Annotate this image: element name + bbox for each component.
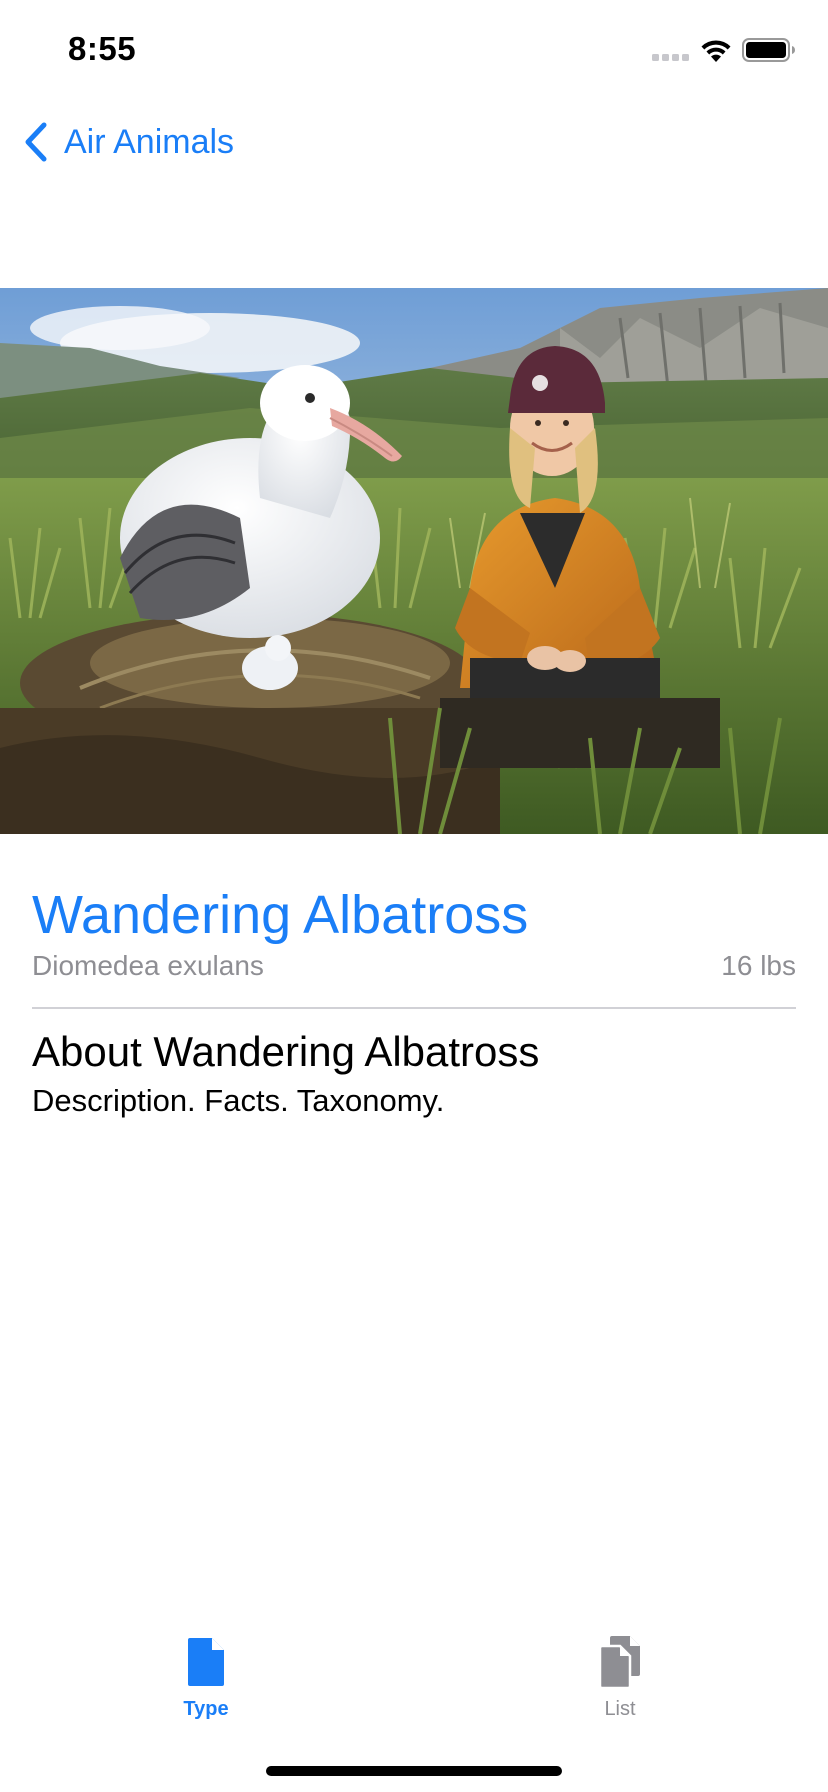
screen: 8:55 Air Animals Wandering Albatross Dio… <box>0 0 828 1792</box>
about-subtitle: Description. Facts. Taxonomy. <box>32 1083 445 1118</box>
battery-icon <box>742 38 795 62</box>
scientific-name: Diomedea exulans <box>32 950 264 981</box>
albatross-photo <box>0 288 828 834</box>
about-title: About Wandering Albatross <box>32 1028 540 1075</box>
tab-list[interactable]: List <box>550 1634 690 1734</box>
cellular-signal-icon <box>652 54 689 61</box>
chevron-left-icon <box>25 122 47 162</box>
doc-fill-icon <box>188 1638 224 1686</box>
animal-name: Wandering Albatross <box>32 885 529 945</box>
back-button[interactable]: Air Animals <box>22 118 234 166</box>
back-button-label: Air Animals <box>64 122 235 161</box>
wifi-icon <box>701 40 731 62</box>
tab-list-label: List <box>604 1698 636 1720</box>
animal-meta-row: Diomedea exulans 16 lbs <box>32 950 796 982</box>
tab-bar: Type List <box>0 1620 828 1740</box>
home-indicator <box>266 1766 562 1776</box>
status-bar: 8:55 <box>0 0 828 100</box>
status-time: 8:55 <box>68 30 137 67</box>
tab-type-label: Type <box>183 1698 229 1720</box>
divider <box>32 1007 796 1009</box>
navigation-bar: Air Animals <box>0 100 828 188</box>
tab-type[interactable]: Type <box>136 1634 276 1734</box>
docs-icon <box>598 1636 640 1690</box>
animal-weight: 16 lbs <box>721 950 796 981</box>
